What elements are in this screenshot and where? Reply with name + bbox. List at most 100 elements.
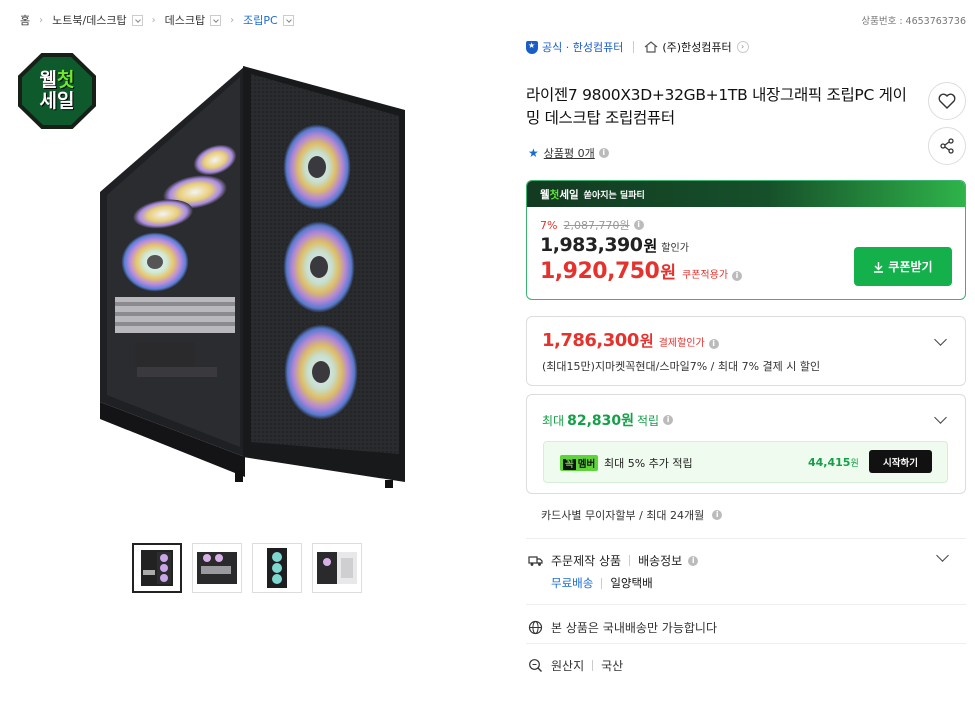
chevron-down-icon[interactable] <box>282 14 294 26</box>
card-installment-text: 카드사별 무이자할부 / 최대 24개월 <box>541 509 705 522</box>
badge-text: 웰 <box>39 69 57 91</box>
truck-icon <box>528 555 543 566</box>
points-box: 최대 82,830원 적립 i 꼭 멤버 최대 5% 추가 적립 44,415원 … <box>526 394 966 494</box>
thumbnail-2[interactable] <box>192 543 242 593</box>
membership-start-button[interactable]: 시작하기 <box>869 450 932 473</box>
points-row: 최대 82,830원 적립 i <box>542 410 674 430</box>
member-tag-a: 꼭 <box>563 459 576 470</box>
chevron-down-icon[interactable] <box>936 549 949 562</box>
chevron-right-icon: › <box>230 14 235 26</box>
download-icon <box>874 261 884 273</box>
official-store-link[interactable]: 공식 · 한성컴퓨터 <box>526 39 623 55</box>
deal-head-text-sale: 세일 <box>559 188 579 201</box>
heart-icon <box>938 93 956 109</box>
info-icon[interactable]: i <box>688 555 699 566</box>
home-icon <box>644 41 658 53</box>
globe-icon <box>528 620 543 635</box>
points-prefix: 최대 <box>542 413 565 428</box>
deal-head-accent: 첫 <box>549 188 560 201</box>
info-icon[interactable]: i <box>598 148 609 158</box>
divider <box>526 604 966 605</box>
card-installment: 카드사별 무이자할부 / 최대 24개월 i <box>541 507 723 523</box>
domestic-shipping-row: 본 상품은 국내배송만 가능합니다 <box>528 619 717 636</box>
member-amount-unit: 원 <box>850 459 859 469</box>
payment-discount-detail: (최대15만)지마켓꼭현대/스마일7% / 최대 7% 결제 시 할인 <box>542 360 821 373</box>
membership-banner: 꼭 멤버 최대 5% 추가 적립 44,415원 시작하기 <box>543 441 948 483</box>
original-price: 2,087,770원 <box>563 219 630 232</box>
points-amount: 82,830원 <box>567 413 634 429</box>
info-icon[interactable]: i <box>663 415 674 425</box>
coupon-price: 1,920,750 <box>540 259 660 284</box>
origin-row: 원산지 국산 <box>528 657 623 674</box>
member-benefit-text: 최대 5% 추가 적립 <box>604 457 693 470</box>
badge-text-sale: 세일 <box>39 90 75 112</box>
thumbnail-4[interactable] <box>312 543 362 593</box>
chevron-down-icon[interactable] <box>934 411 947 424</box>
get-coupon-button[interactable]: 쿠폰받기 <box>854 247 952 286</box>
origin-value: 국산 <box>601 659 624 673</box>
review-count-link[interactable]: 상품평 0개 <box>544 145 595 161</box>
coupon-price-row: 1,920,750 원 쿠폰적용가 i <box>540 258 743 284</box>
chevron-right-icon[interactable]: › <box>736 41 749 53</box>
payment-price-unit: 원 <box>639 332 654 350</box>
thumbnail-1[interactable] <box>132 543 182 593</box>
get-coupon-label: 쿠폰받기 <box>888 260 933 274</box>
star-icon: ★ <box>528 146 539 160</box>
chevron-down-icon[interactable] <box>131 14 143 26</box>
discount-row: 7% 2,087,770원 i <box>540 217 644 233</box>
custom-order-label: 주문제작 상품 <box>551 554 622 568</box>
chevron-down-icon[interactable] <box>210 14 222 26</box>
review-summary[interactable]: ★ 상품평 0개 i <box>528 145 609 161</box>
badge-text-accent: 첫 <box>57 69 75 91</box>
product-title: 라이젠7 9800X3D+32GB+1TB 내장그래픽 조립PC 게이밍 데스크… <box>526 86 907 127</box>
sale-price-unit: 원 <box>643 237 658 255</box>
deal-head-text: 웰 <box>540 188 550 201</box>
product-number: 상품번호 : 4653763736 <box>861 16 966 27</box>
share-icon <box>940 138 954 154</box>
breadcrumb-item-desktop[interactable]: 데스크탑 <box>165 12 205 28</box>
breadcrumb-item-custom-pc[interactable]: 조립PC <box>243 12 278 28</box>
payment-discount-box[interactable]: 1,786,300 원 결제할인가 i (최대15만)지마켓꼭현대/스마일7% … <box>526 316 966 386</box>
shipping-detail: 무료배송 일양택배 <box>551 575 653 591</box>
product-main-image[interactable] <box>85 62 410 490</box>
sale-price-row: 1,983,390 원 할인가 <box>540 234 689 256</box>
wishlist-button[interactable] <box>928 82 966 120</box>
member-amount-value: 44,415 <box>808 456 851 469</box>
official-store-label: 공식 · 한성컴퓨터 <box>542 41 624 54</box>
sale-price: 1,983,390 <box>540 234 643 256</box>
discount-percent: 7% <box>540 218 558 232</box>
member-tag-b: 멤버 <box>577 459 596 470</box>
info-icon[interactable]: i <box>633 220 644 230</box>
breadcrumb-home[interactable]: 홈 <box>20 12 30 28</box>
sale-price-label: 할인가 <box>661 243 689 254</box>
share-button[interactable] <box>928 127 966 165</box>
store-name-link[interactable]: (주)한성컴퓨터 <box>662 39 731 55</box>
points-suffix: 적립 <box>637 413 660 428</box>
member-tag: 꼭 멤버 <box>560 455 599 471</box>
breadcrumb-item-laptop-desktop[interactable]: 노트북/데스크탑 <box>52 12 127 28</box>
thumbnail-list <box>132 543 362 593</box>
member-amount: 44,415원 <box>808 456 859 469</box>
search-origin-icon <box>529 659 542 672</box>
chevron-right-icon: › <box>151 14 156 26</box>
divider <box>633 41 635 53</box>
divider <box>601 577 603 589</box>
store-info: 공식 · 한성컴퓨터 (주)한성컴퓨터 › <box>526 39 749 55</box>
payment-price: 1,786,300 <box>542 330 639 351</box>
payment-price-row: 1,786,300 원 결제할인가 i <box>542 330 719 351</box>
info-icon[interactable]: i <box>732 271 743 281</box>
shipping-row: 주문제작 상품 배송정보 i <box>528 552 699 569</box>
divider <box>592 660 594 671</box>
official-shield-icon <box>526 40 538 54</box>
chevron-down-icon[interactable] <box>934 333 947 346</box>
coupon-price-label: 쿠폰적용가 <box>682 270 729 281</box>
info-icon[interactable]: i <box>708 339 719 349</box>
origin-label: 원산지 <box>551 659 585 673</box>
divider <box>526 643 966 644</box>
info-icon[interactable]: i <box>712 510 723 520</box>
divider <box>526 538 966 539</box>
deal-head-subtitle: 쏟아지는 딜파티 <box>583 190 645 201</box>
thumbnail-3[interactable] <box>252 543 302 593</box>
shipping-info-label: 배송정보 <box>638 554 683 568</box>
payment-price-label: 결제할인가 <box>658 338 705 349</box>
